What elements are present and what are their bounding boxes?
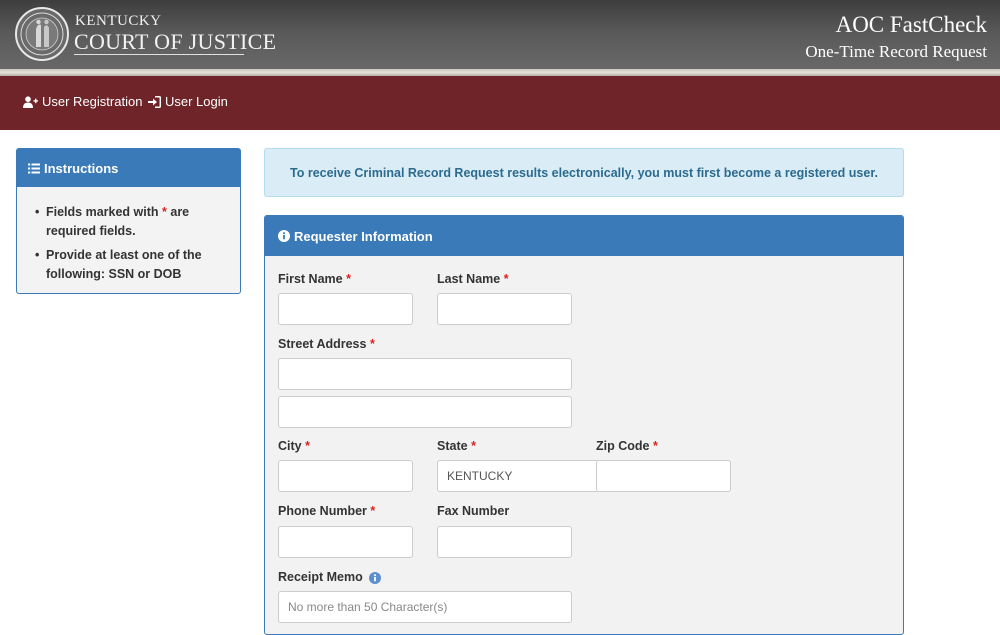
user-plus-icon — [23, 95, 38, 108]
instruction-item-required: Fields marked with * are required fields… — [35, 203, 228, 241]
kentucky-seal-icon — [15, 7, 69, 61]
street-address-line2-input[interactable] — [278, 396, 572, 428]
zip-code-input[interactable] — [596, 460, 731, 492]
street-address-label: Street Address * — [278, 337, 375, 351]
state-input[interactable] — [437, 460, 599, 492]
city-input[interactable] — [278, 460, 413, 492]
instructions-list: Fields marked with * are required fields… — [17, 187, 240, 284]
app-title: AOC FastCheck — [835, 12, 987, 37]
city-label: City * — [278, 439, 310, 453]
street-address-line1-input[interactable] — [278, 358, 572, 390]
fax-number-input[interactable] — [437, 526, 572, 558]
sign-in-icon — [148, 95, 161, 108]
list-icon — [28, 163, 40, 173]
org-name-top: KENTUCKY — [75, 13, 162, 29]
state-label: State * — [437, 439, 476, 453]
site-header: KENTUCKY COURT OF JUSTICE AOC FastCheck … — [0, 0, 1000, 76]
app-subtitle: One-Time Record Request — [805, 42, 987, 61]
fax-number-label: Fax Number — [437, 504, 510, 518]
first-name-label: First Name * — [278, 272, 351, 286]
user-registration-label: User Registration — [42, 94, 143, 109]
requester-information-header: Requester Information — [265, 216, 903, 256]
user-registration-link[interactable]: User Registration — [23, 94, 142, 109]
instructions-panel: Instructions Fields marked with * are re… — [16, 148, 241, 294]
instructions-title: Instructions — [44, 160, 119, 176]
header-divider — [0, 69, 1000, 76]
requester-information-panel: Requester Information First Name * Last … — [264, 215, 904, 635]
registration-alert: To receive Criminal Record Request resul… — [264, 148, 904, 197]
phone-number-label: Phone Number * — [278, 504, 376, 518]
first-name-input[interactable] — [278, 293, 413, 325]
zip-code-label: Zip Code * — [596, 439, 658, 453]
receipt-memo-label: Receipt Memo — [278, 570, 382, 584]
user-login-link[interactable]: User Login — [148, 94, 228, 109]
receipt-memo-input[interactable] — [278, 591, 572, 623]
last-name-input[interactable] — [437, 293, 572, 325]
user-login-label: User Login — [165, 94, 228, 109]
instructions-header: Instructions — [17, 149, 240, 187]
org-name-main: COURT OF JUSTICE — [74, 29, 277, 54]
requester-information-title: Requester Information — [294, 228, 433, 244]
info-circle-icon[interactable] — [369, 571, 382, 584]
top-navbar: User Registration User Login — [0, 76, 1000, 130]
info-circle-icon — [278, 230, 290, 242]
instruction-item-ssn-dob: Provide at least one of the following: S… — [35, 246, 228, 284]
brand-underline — [74, 54, 244, 55]
phone-number-input[interactable] — [278, 526, 413, 558]
last-name-label: Last Name * — [437, 272, 509, 286]
